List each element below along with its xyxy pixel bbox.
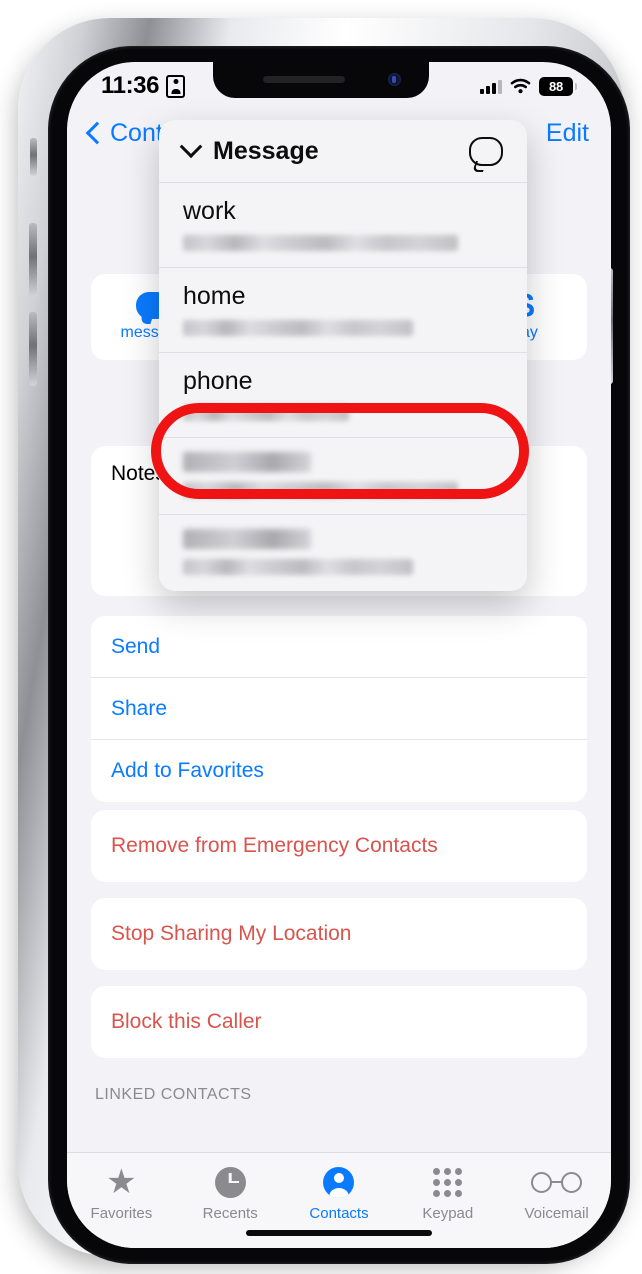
contact-card-icon	[166, 74, 186, 98]
tab-contacts-label: Contacts	[309, 1205, 369, 1222]
mute-switch-button[interactable]	[30, 138, 37, 176]
status-time: 11:36	[101, 72, 160, 99]
notes-label: Notes	[111, 462, 166, 485]
back-button-label: Cont	[110, 118, 163, 147]
device-notch	[213, 62, 429, 98]
share-row[interactable]: Share	[91, 678, 587, 740]
popup-row-5-value-redacted	[183, 559, 414, 575]
message-popup-menu: Message work home phone	[159, 120, 527, 591]
add-to-favorites-row[interactable]: Add to Favorites	[91, 740, 587, 802]
contact-actions-list: Send Share Add to Favorites	[67, 616, 611, 802]
volume-up-button[interactable]	[29, 223, 37, 297]
voicemail-icon	[531, 1165, 583, 1199]
block-caller-row[interactable]: Block this Caller	[91, 986, 587, 1058]
chevron-down-icon	[179, 135, 203, 159]
wifi-icon	[510, 78, 531, 94]
edit-button[interactable]: Edit	[546, 119, 589, 148]
message-bubble-outline-icon	[469, 136, 503, 166]
popup-row-home-label: home	[183, 282, 246, 310]
tab-voicemail[interactable]: Voicemail	[502, 1165, 611, 1222]
status-bar-left: 11:36	[101, 72, 186, 100]
tab-keypad-label: Keypad	[422, 1205, 474, 1222]
popup-row-phone-label: phone	[183, 367, 253, 395]
popup-header[interactable]: Message	[159, 120, 527, 183]
popup-row-4-label-redacted	[183, 452, 311, 472]
popup-row-4[interactable]	[159, 438, 527, 515]
tab-recents-label: Recents	[202, 1205, 258, 1222]
home-indicator[interactable]	[246, 1230, 432, 1236]
battery-indicator: 88	[539, 76, 577, 96]
popup-row-5-label-redacted	[183, 529, 311, 549]
popup-row-phone[interactable]: phone	[159, 353, 527, 438]
popup-row-work-value-redacted	[183, 235, 459, 251]
popup-row-4-value-redacted	[183, 482, 459, 498]
phone-device-frame: 11:36 88 Cont Edit message Notes Send Sh…	[18, 18, 630, 1264]
stop-sharing-location-row[interactable]: Stop Sharing My Location	[91, 898, 587, 970]
linked-contacts-header: LINKED CONTACTS	[95, 1086, 252, 1103]
keypad-grid-icon	[433, 1165, 463, 1199]
clock-icon	[214, 1165, 246, 1199]
cellular-signal-icon	[480, 79, 502, 94]
popup-row-5[interactable]	[159, 515, 527, 591]
person-circle-icon	[323, 1165, 355, 1199]
stop-sharing-location-card: Stop Sharing My Location	[67, 898, 611, 970]
chevron-left-icon	[85, 121, 109, 145]
earpiece-speaker	[263, 76, 345, 83]
tab-contacts[interactable]: Contacts	[285, 1165, 394, 1222]
tab-favorites[interactable]: ★ Favorites	[67, 1165, 176, 1222]
front-camera-icon	[388, 73, 401, 86]
popup-row-phone-value-redacted	[183, 405, 350, 421]
back-button[interactable]: Cont	[85, 118, 163, 148]
popup-row-home-value-redacted	[183, 320, 414, 336]
block-caller-card: Block this Caller	[67, 986, 611, 1058]
volume-down-button[interactable]	[29, 312, 37, 386]
tab-keypad[interactable]: Keypad	[393, 1165, 502, 1222]
tab-favorites-label: Favorites	[90, 1205, 153, 1222]
popup-row-work-label: work	[183, 197, 236, 225]
tab-recents[interactable]: Recents	[176, 1165, 285, 1222]
remove-emergency-contacts-row[interactable]: Remove from Emergency Contacts	[91, 810, 587, 882]
popup-title: Message	[213, 136, 319, 165]
star-icon: ★	[106, 1163, 137, 1201]
phone-screen: 11:36 88 Cont Edit message Notes Send Sh…	[67, 62, 611, 1248]
battery-percent: 88	[548, 78, 564, 94]
tab-voicemail-label: Voicemail	[524, 1205, 589, 1222]
popup-row-home[interactable]: home	[159, 268, 527, 353]
popup-row-work[interactable]: work	[159, 183, 527, 268]
send-row[interactable]: Send	[91, 616, 587, 678]
remove-emergency-contacts-card: Remove from Emergency Contacts	[67, 810, 611, 882]
status-bar-right: 88	[480, 76, 577, 96]
